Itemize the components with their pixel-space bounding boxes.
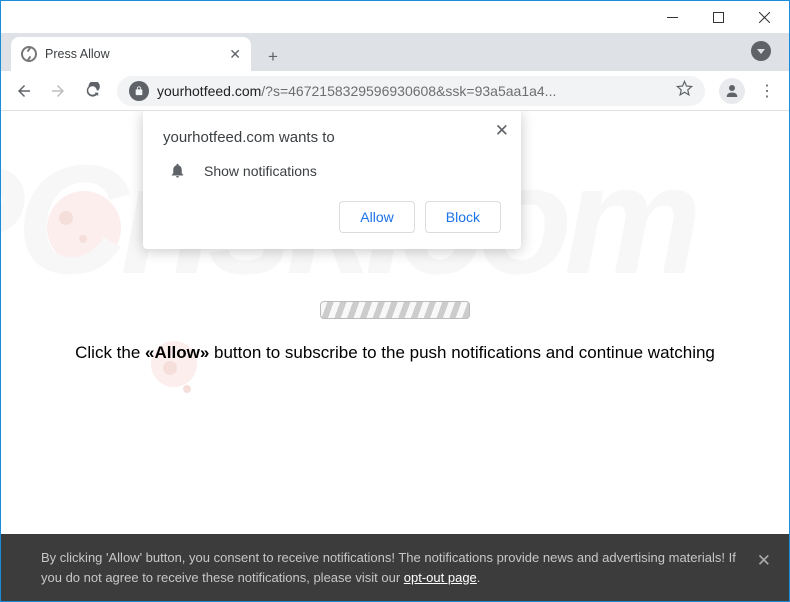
address-bar[interactable]: yourhotfeed.com/?s=4672158329596930608&s… (117, 76, 705, 106)
notification-permission-dialog: ✕ yourhotfeed.com wants to Show notifica… (143, 111, 521, 249)
back-button[interactable] (9, 76, 39, 106)
window-minimize-button[interactable] (649, 1, 695, 33)
reload-button[interactable] (77, 76, 107, 106)
fake-progress-bar (320, 301, 470, 319)
opt-out-link[interactable]: opt-out page (404, 570, 477, 585)
browser-tab[interactable]: Press Allow ✕ (11, 37, 251, 71)
lock-icon (129, 81, 149, 101)
browser-toolbar: yourhotfeed.com/?s=4672158329596930608&s… (1, 71, 789, 111)
globe-icon (21, 46, 37, 62)
bookmark-star-icon[interactable] (676, 80, 693, 102)
profile-avatar-icon[interactable] (719, 78, 745, 104)
window-maximize-button[interactable] (695, 1, 741, 33)
media-indicator-icon[interactable] (751, 41, 771, 61)
main-instruction-text: Click the «Allow» button to subscribe to… (1, 343, 789, 363)
tab-close-icon[interactable]: ✕ (229, 46, 241, 63)
watermark-decoration (47, 191, 121, 265)
permission-row: Show notifications (169, 162, 501, 179)
allow-button[interactable]: Allow (339, 201, 414, 233)
footer-close-icon[interactable]: ✕ (757, 548, 771, 574)
new-tab-button[interactable]: + (259, 43, 287, 71)
forward-button[interactable] (43, 76, 73, 106)
block-button[interactable]: Block (425, 201, 501, 233)
tab-title: Press Allow (45, 47, 221, 61)
dialog-close-icon[interactable]: ✕ (495, 121, 509, 141)
tab-strip: Press Allow ✕ + (1, 33, 789, 71)
dialog-header: yourhotfeed.com wants to (163, 129, 501, 146)
kebab-menu-icon[interactable]: ⋮ (753, 81, 781, 101)
window-titlebar (1, 1, 789, 33)
url-text: yourhotfeed.com/?s=4672158329596930608&s… (157, 83, 668, 99)
permission-label: Show notifications (204, 163, 317, 179)
consent-footer: By clicking 'Allow' button, you consent … (1, 534, 789, 601)
page-content: PCrisk.com Click the «Allow» button to s… (1, 111, 789, 601)
window-close-button[interactable] (741, 1, 787, 33)
bell-icon (169, 162, 186, 179)
